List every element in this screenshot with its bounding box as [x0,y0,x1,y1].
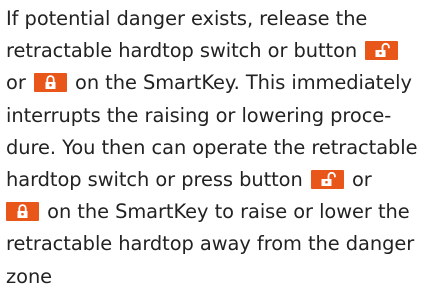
text-line: zone [6,261,446,293]
text-fragment: dure. You then can operate the retractab… [6,135,418,159]
text-line: If potential danger exists, release the [6,3,446,35]
unlock-icon [365,41,399,61]
text-fragment: retractable hardtop away from the danger [6,232,415,256]
text-line: or on the SmartKey. This immediately [6,67,446,99]
text-fragment: or [6,71,26,95]
text-fragment: If potential danger exists, release the [6,7,368,30]
text-fragment: on the SmartKey. This immediately [75,71,412,95]
text-fragment: interrupts the raising or lowering proce… [6,103,392,127]
text-line: retractable hardtop switch or button [6,35,446,67]
text-fragment: on the SmartKey to raise or lower the [47,200,410,224]
text-fragment: hardtop switch or press button [6,168,303,192]
text-line: interrupts the raising or lowering proce… [6,100,446,132]
text-fragment: or [351,168,372,192]
lock-icon [33,73,67,93]
text-line: hardtop switch or press button or [6,164,446,196]
text-line: retractable hardtop away from the danger [6,228,446,260]
text-line: on the SmartKey to raise or lower the [6,196,446,228]
lock-icon [6,202,39,222]
unlock-icon [310,170,344,190]
text-fragment: retractable hardtop switch or button [6,39,358,63]
text-line: dure. You then can operate the retractab… [6,132,446,164]
text-fragment: zone [6,264,53,288]
instruction-paragraph: If potential danger exists, release the … [6,3,446,293]
